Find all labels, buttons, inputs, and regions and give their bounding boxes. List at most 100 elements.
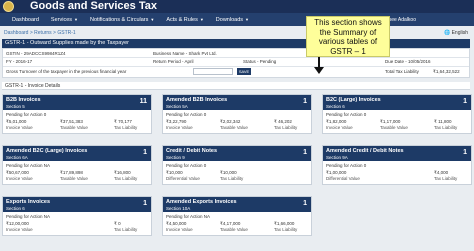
tile-title: Credit / Debit Notes <box>166 148 218 154</box>
invoice-details-header: GSTR-1 - Invoice Details <box>2 82 470 90</box>
tile-header: Amended Credit / Debit Notes Section 9A 1 <box>323 146 471 161</box>
nav-label: Services <box>50 16 73 23</box>
financial-year: FY - 2016-17 <box>6 59 33 64</box>
tile-header: Amended B2B Invoices Section 5A 1 <box>163 95 311 110</box>
breadcrumb[interactable]: Dashboard > Returns > GSTR-1 <box>0 29 474 37</box>
pending-status: Pending for Action NA <box>166 214 211 219</box>
invoice-tile[interactable]: Amended Exports Invoices Section 10A 1 Pend… <box>162 196 312 236</box>
pending-status: Pending for Action 0 <box>326 163 367 168</box>
tile-section: Section 6 <box>326 104 345 109</box>
tile-body: Pending for Action NA ₹12,00,000 ₹ 0 Invoic… <box>3 212 151 237</box>
nav-dashboard[interactable]: Dashboard <box>0 17 39 23</box>
tile-title: B2B Invoices <box>6 97 41 103</box>
tile-caption: Tax Liability <box>434 125 458 130</box>
turnover-input[interactable] <box>193 68 233 75</box>
pending-status: Pending for Action 0 <box>326 112 367 117</box>
summary-callout: This section shows the Summary of variou… <box>306 16 390 57</box>
tile-header: Exports Invoices Section 6 1 <box>3 197 151 212</box>
tile-header: B2C (Large) Invoices Section 6 1 <box>323 95 471 110</box>
language-selector[interactable]: 🌐 English <box>444 29 468 37</box>
tile-header: Credit / Debit Notes Section 9 1 <box>163 146 311 161</box>
tile-caption: Invoice Value <box>166 125 193 130</box>
tile-caption: Tax Liability <box>274 227 298 232</box>
tile-title: B2C (Large) Invoices <box>326 97 381 103</box>
pending-status: Pending for Action 0 <box>6 112 47 117</box>
tile-section: Section 5 <box>6 104 25 109</box>
tile-captions: Invoice Value Taxable Value Tax Liability <box>326 125 470 130</box>
divider <box>3 66 469 67</box>
invoice-tile[interactable]: Credit / Debit Notes Section 9 1 Pending fo… <box>162 145 312 185</box>
nav-label: Dashboard <box>12 16 39 23</box>
return-period: Return Period - April <box>153 59 194 64</box>
return-status: Status - Pending <box>243 59 277 64</box>
tile-title: Amended Exports Invoices <box>166 199 237 205</box>
tile-caption: Invoice Value <box>326 125 353 130</box>
tile-caption: Taxable Value <box>220 125 248 130</box>
tile-captions: Invoice Value Taxable Value Tax Liability <box>6 125 150 130</box>
nav-notifications[interactable]: Notifications & Circulars ▼ <box>78 17 154 23</box>
tile-caption: Invoice Value <box>6 227 33 232</box>
tile-caption: Tax Liability <box>114 125 138 130</box>
outward-supplies-header: GSTR-1 - Outward Supplies made by the Ta… <box>2 39 470 48</box>
divider <box>3 57 469 58</box>
tile-header: Amended Exports Invoices Section 10A 1 <box>163 197 311 212</box>
invoice-tile[interactable]: Exports Invoices Section 6 1 Pending for Ac… <box>2 196 152 236</box>
app-title: Goods and Services Tax <box>30 0 157 12</box>
taxpayer-info-panel: GSTIN - 29ADCCS9984R1Z4 Business Name - … <box>2 48 470 78</box>
tile-caption: Taxable Value <box>220 227 248 232</box>
main-nav: Dashboard Services ▼ Notifications & Circ… <box>0 13 474 26</box>
tile-caption: Tax Liability <box>274 125 298 130</box>
invoice-tile[interactable]: Amended Credit / Debit Notes Section 9A 1 P… <box>322 145 472 185</box>
pending-status: Pending for Action 0 <box>166 112 207 117</box>
tile-caption: Invoice Value <box>6 125 33 130</box>
total-liability-value: ₹1,64,32,522 <box>433 69 460 74</box>
tile-captions: Differential Value Tax Liability <box>166 176 310 181</box>
nav-services[interactable]: Services ▼ <box>39 17 78 23</box>
save-button[interactable]: SAVE <box>237 68 251 75</box>
tile-section: Section 10A <box>166 206 191 211</box>
tile-captions: Invoice Value Taxable Value Tax Liability <box>166 125 310 130</box>
tile-title: Exports Invoices <box>6 199 51 205</box>
language-label: English <box>451 30 468 36</box>
tile-caption: Taxable Value <box>60 176 88 181</box>
invoice-tile[interactable]: B2B Invoices Section 5 11 Pending for Actio… <box>2 94 152 134</box>
tile-section: Section 5A <box>166 104 188 109</box>
total-liability-label: Total Tax Liability <box>385 69 419 74</box>
tile-section: Section 9A <box>326 155 348 160</box>
invoice-tile[interactable]: Amended B2B Invoices Section 5A 1 Pending f… <box>162 94 312 134</box>
tile-captions: Differential Value Tax Liability <box>326 176 470 181</box>
tile-body: Pending for Action 0 ₹3,22,790 ₹2,02,342 ₹ … <box>163 110 311 135</box>
nav-downloads[interactable]: Downloads ▼ <box>204 17 249 23</box>
tile-title: Amended Credit / Debit Notes <box>326 148 404 154</box>
tile-caption: Tax Liability <box>114 227 138 232</box>
tile-section: Section 6A <box>6 155 28 160</box>
tile-section: Section 9 <box>166 155 185 160</box>
tile-body: Pending for Action NA ₹50,67,000 ₹17,89,89… <box>3 161 151 186</box>
tile-captions: Invoice Value Tax Liability <box>6 227 150 232</box>
invoice-tile[interactable]: Amended B2C (Large) Invoices Section 6A 1 P… <box>2 145 152 185</box>
pending-status: Pending for Action 0 <box>166 163 207 168</box>
tile-count: 11 <box>139 98 147 105</box>
top-header: Goods and Services Tax <box>0 0 474 13</box>
nav-acts-rules[interactable]: Acts & Rules ▼ <box>154 17 203 23</box>
nav-label: Downloads <box>215 16 244 23</box>
tile-caption: Tax Liability <box>114 176 138 181</box>
tile-count: 1 <box>143 149 147 156</box>
pending-status: Pending for Action NA <box>6 163 51 168</box>
due-date: Due Date - 10/05/2016 <box>385 59 431 64</box>
invoice-tile[interactable]: B2C (Large) Invoices Section 6 1 Pending fo… <box>322 94 472 134</box>
tile-body: Pending for Action 0 ₹10,000 ₹10,000 Differ… <box>163 161 311 186</box>
tile-caption <box>60 227 96 232</box>
emblem-logo <box>3 1 14 12</box>
callout-line: the Summary of <box>319 27 377 37</box>
tile-header: B2B Invoices Section 5 11 <box>3 95 151 110</box>
tile-count: 1 <box>303 98 307 105</box>
tile-section: Section 6 <box>6 206 25 211</box>
tile-count: 1 <box>463 149 467 156</box>
tile-count: 1 <box>463 98 467 105</box>
tile-captions: Invoice Value Taxable Value Tax Liability <box>166 227 310 232</box>
tile-count: 1 <box>303 149 307 156</box>
tile-header: Amended B2C (Large) Invoices Section 6A 1 <box>3 146 151 161</box>
callout-line: GSTR – 1 <box>330 46 366 56</box>
chevron-down-icon: ▼ <box>245 17 249 22</box>
